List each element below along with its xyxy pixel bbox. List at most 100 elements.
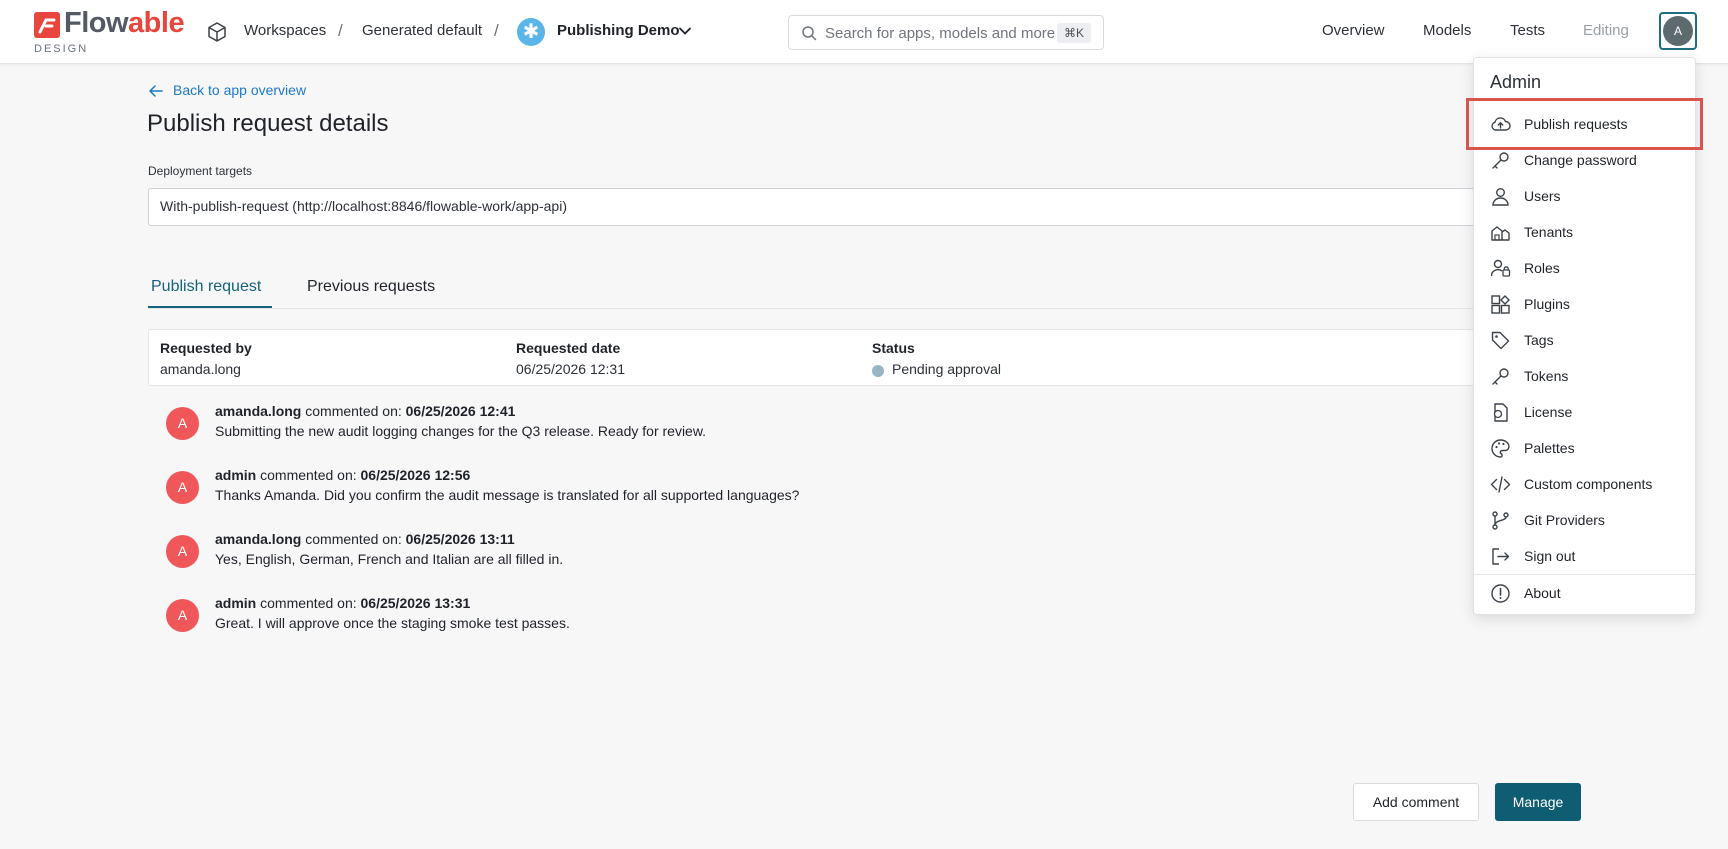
menu-divider bbox=[1474, 574, 1695, 575]
comment-header: amanda.long commented on: 06/25/2026 12:… bbox=[215, 403, 516, 419]
logo-wordmark: Flowable bbox=[64, 7, 185, 39]
menu-item-plugins[interactable]: Plugins bbox=[1474, 287, 1695, 321]
active-tab-indicator bbox=[148, 306, 272, 308]
menu-item-tags[interactable]: Tags bbox=[1474, 323, 1695, 357]
back-to-app-overview-link[interactable]: Back to app overview bbox=[173, 82, 306, 98]
tenant-icon bbox=[1491, 226, 1510, 241]
nav-editing: Editing bbox=[1583, 22, 1629, 39]
user-lock-icon bbox=[1490, 259, 1511, 277]
avatar: A bbox=[1663, 16, 1693, 46]
menu-item-git-providers[interactable]: Git Providers bbox=[1474, 503, 1695, 537]
nav-tests[interactable]: Tests bbox=[1510, 22, 1545, 39]
search-shortcut: ⌘K bbox=[1056, 23, 1091, 43]
menu-item-palettes[interactable]: Palettes bbox=[1474, 431, 1695, 465]
logo-subtitle: DESIGN bbox=[34, 43, 89, 55]
search-input[interactable]: Search for apps, models and more ⌘K bbox=[788, 15, 1104, 50]
breadcrumb-separator: / bbox=[338, 21, 343, 40]
nav-overview[interactable]: Overview bbox=[1322, 22, 1385, 39]
comment-avatar: A bbox=[166, 471, 199, 504]
menu-item-label: Tags bbox=[1524, 332, 1554, 348]
menu-item-label: Plugins bbox=[1524, 296, 1570, 312]
manage-button[interactable]: Manage bbox=[1495, 783, 1581, 821]
tabs-divider bbox=[148, 308, 1488, 309]
breadcrumb-workspaces[interactable]: Workspaces bbox=[244, 22, 326, 39]
tab-previous-requests[interactable]: Previous requests bbox=[307, 278, 435, 296]
comment-item: A amanda.long commented on: 06/25/2026 1… bbox=[166, 531, 1466, 575]
status-dot-icon bbox=[872, 365, 884, 377]
status-value: Pending approval bbox=[892, 361, 1001, 377]
comment-avatar: A bbox=[166, 599, 199, 632]
menu-item-label: License bbox=[1524, 404, 1573, 420]
sign-out-icon bbox=[1492, 548, 1510, 565]
flowable-logo[interactable]: Flowable DESIGN bbox=[34, 7, 185, 56]
code-icon bbox=[1490, 476, 1511, 493]
menu-item-license[interactable]: License bbox=[1474, 395, 1695, 429]
page-title: Publish request details bbox=[147, 110, 389, 137]
comment-avatar: A bbox=[166, 535, 199, 568]
palette-icon bbox=[1491, 439, 1510, 458]
requested-by-value: amanda.long bbox=[160, 361, 241, 377]
user-menu-button[interactable]: A bbox=[1659, 12, 1697, 50]
menu-item-label: Palettes bbox=[1524, 440, 1575, 456]
search-icon bbox=[802, 26, 817, 41]
comment-text: Great. I will approve once the staging s… bbox=[215, 615, 570, 631]
menu-item-users[interactable]: Users bbox=[1474, 179, 1695, 213]
comment-item: A admin commented on: 06/25/2026 12:56 T… bbox=[166, 467, 1466, 511]
admin-menu-title: Admin bbox=[1490, 72, 1542, 92]
top-bar: Flowable DESIGN Workspaces / Generated d… bbox=[0, 0, 1728, 64]
deployment-targets-field[interactable]: With-publish-request (http://localhost:8… bbox=[148, 188, 1488, 226]
menu-item-custom-components[interactable]: Custom components bbox=[1474, 467, 1695, 501]
menu-item-label: Git Providers bbox=[1524, 512, 1605, 528]
menu-item-tenants[interactable]: Tenants bbox=[1474, 215, 1695, 249]
comment-item: A amanda.long commented on: 06/25/2026 1… bbox=[166, 403, 1466, 447]
comment-avatar: A bbox=[166, 407, 199, 440]
add-comment-button[interactable]: Add comment bbox=[1353, 783, 1479, 821]
menu-item-label: Custom components bbox=[1524, 476, 1653, 492]
menu-item-publish-requests[interactable]: Publish requests bbox=[1474, 107, 1695, 141]
breadcrumb-generated-default[interactable]: Generated default bbox=[362, 22, 482, 39]
info-icon bbox=[1491, 584, 1510, 603]
menu-item-label: Roles bbox=[1524, 260, 1560, 276]
menu-item-label: Sign out bbox=[1524, 548, 1576, 564]
key-icon bbox=[1492, 152, 1509, 169]
requested-date-label: Requested date bbox=[516, 340, 621, 356]
comment-header: admin commented on: 06/25/2026 12:56 bbox=[215, 467, 471, 483]
comment-header: amanda.long commented on: 06/25/2026 13:… bbox=[215, 531, 515, 547]
menu-item-label: Tenants bbox=[1524, 224, 1574, 240]
requested-date-value: 06/25/2026 12:31 bbox=[516, 361, 625, 377]
tab-publish-request[interactable]: Publish request bbox=[151, 278, 261, 296]
app-switcher[interactable]: Publishing Demo bbox=[557, 22, 680, 39]
cloud-upload-icon bbox=[1491, 117, 1511, 131]
requested-by-label: Requested by bbox=[160, 340, 252, 356]
menu-item-label: Change password bbox=[1524, 152, 1637, 168]
comment-text: Thanks Amanda. Did you confirm the audit… bbox=[215, 487, 800, 503]
comment-header: admin commented on: 06/25/2026 13:31 bbox=[215, 595, 471, 611]
puzzle-icon bbox=[1491, 295, 1510, 314]
comment-text: Yes, English, German, French and Italian… bbox=[215, 551, 564, 567]
git-branch-icon bbox=[1492, 511, 1509, 530]
cube-icon bbox=[208, 22, 226, 42]
deployment-targets-label: Deployment targets bbox=[148, 164, 253, 178]
menu-item-label: Publish requests bbox=[1524, 116, 1628, 132]
menu-item-label: About bbox=[1524, 585, 1561, 601]
menu-item-label: Tokens bbox=[1524, 368, 1569, 384]
arrow-left-icon[interactable] bbox=[148, 84, 164, 98]
menu-item-change-password[interactable]: Change password bbox=[1474, 143, 1695, 177]
menu-item-sign-out[interactable]: Sign out bbox=[1474, 539, 1695, 573]
license-icon bbox=[1493, 403, 1508, 422]
menu-item-roles[interactable]: Roles bbox=[1474, 251, 1695, 285]
user-icon bbox=[1492, 188, 1509, 206]
menu-item-label: Users bbox=[1524, 188, 1561, 204]
nav-models[interactable]: Models bbox=[1423, 22, 1471, 39]
admin-menu: Admin Publish requests Change password U… bbox=[1473, 57, 1696, 615]
menu-item-tokens[interactable]: Tokens bbox=[1474, 359, 1695, 393]
comment-text: Submitting the new audit logging changes… bbox=[215, 423, 707, 439]
flowable-logo-icon bbox=[34, 12, 60, 38]
comment-item: A admin commented on: 06/25/2026 13:31 G… bbox=[166, 595, 1466, 639]
key-icon bbox=[1492, 368, 1509, 385]
chevron-down-icon[interactable] bbox=[678, 24, 692, 38]
status-label: Status bbox=[872, 340, 915, 356]
tag-icon bbox=[1491, 331, 1510, 350]
request-info-card: Requested by amanda.long Requested date … bbox=[148, 329, 1488, 386]
menu-item-about[interactable]: About bbox=[1474, 576, 1695, 610]
